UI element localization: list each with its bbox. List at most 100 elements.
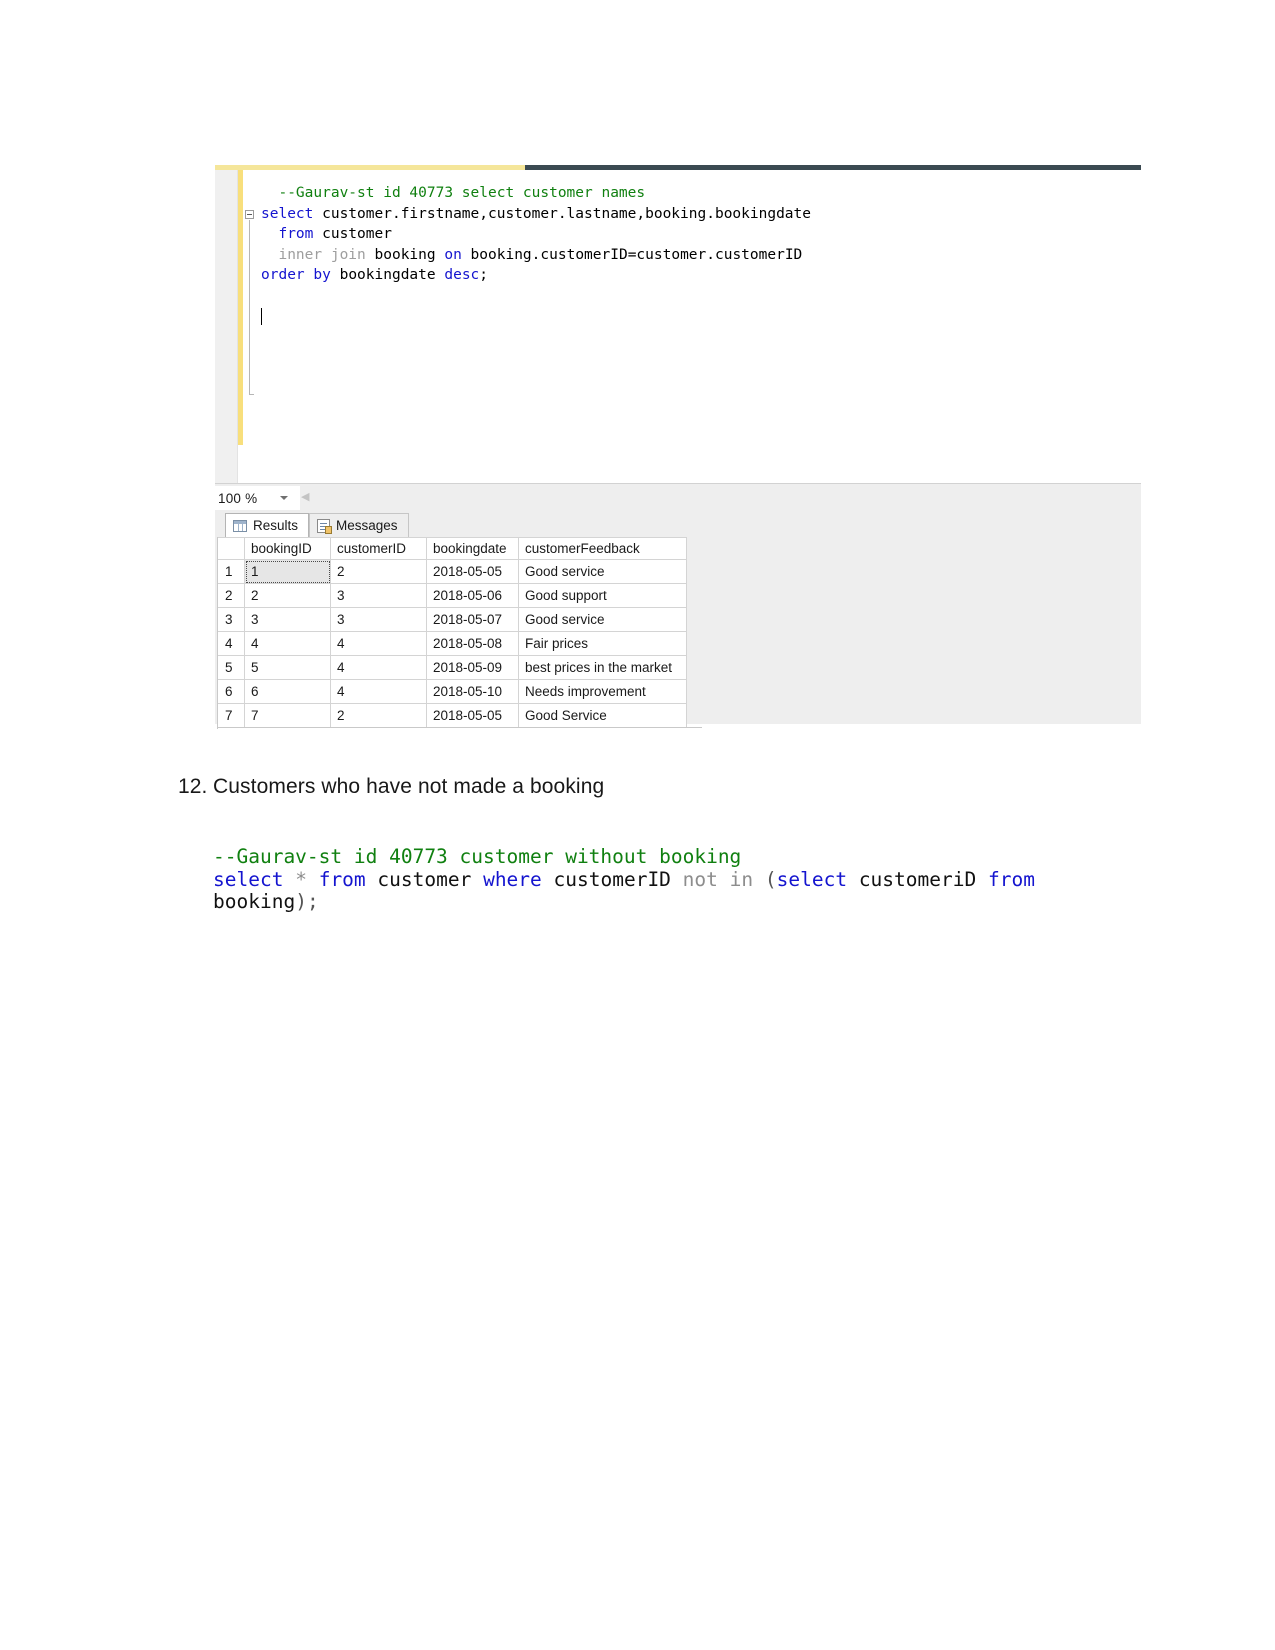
table-cell[interactable]: 4 (244, 631, 331, 656)
tab-results[interactable]: Results (225, 513, 310, 537)
messages-icon (317, 518, 333, 534)
column-header[interactable]: customerID (330, 537, 427, 560)
question-text: Customers who have not made a booking (213, 775, 605, 798)
table-cell[interactable]: 2018-05-06 (426, 583, 519, 608)
sql-token: from (318, 867, 366, 891)
sql-token: ; (306, 890, 319, 913)
sql-token: not in (682, 867, 754, 891)
code-line: select customer.firstname,customer.lastn… (261, 205, 811, 222)
sql-token: customeriD (847, 867, 988, 891)
sql-token: --Gaurav-st id 40773 customer without bo… (213, 845, 742, 868)
table-cell[interactable]: 7 (244, 703, 331, 728)
grid-corner-cell[interactable] (217, 537, 245, 560)
table-cell[interactable]: 4 (330, 679, 427, 704)
table-row[interactable]: 6 6 4 2018-05-10 Needs improvement (217, 679, 687, 704)
table-cell[interactable]: 2018-05-10 (426, 679, 519, 704)
sql-token: customer (365, 867, 484, 891)
editor-gutter (215, 170, 238, 483)
row-number-cell[interactable]: 4 (217, 631, 245, 656)
sql-token: * (295, 867, 307, 891)
editor-change-bar (238, 170, 243, 445)
code-line: --Gaurav-st id 40773 select customer nam… (278, 185, 646, 201)
sql-token: ) (295, 890, 307, 913)
results-grid[interactable]: bookingID customerID bookingdate customerFe… (217, 537, 687, 728)
zoom-level-label: 100 % (218, 490, 258, 506)
row-number-cell[interactable]: 5 (217, 655, 245, 680)
table-cell[interactable]: 3 (330, 583, 427, 608)
sql-token: customerID (541, 867, 683, 891)
results-grid-body[interactable]: 1 1 2 2018-05-05 Good service 2 2 3 2018-05-06 Go… (217, 559, 687, 728)
table-cell[interactable]: Good Service (518, 703, 687, 728)
table-cell[interactable]: Fair prices (518, 631, 687, 656)
table-cell[interactable]: 2 (330, 703, 427, 728)
fold-region-line (249, 220, 254, 395)
table-cell[interactable]: 3 (244, 607, 331, 632)
tab-results-label: Results (253, 518, 299, 533)
table-cell[interactable]: 2 (244, 583, 331, 608)
results-grid-head: bookingID customerID bookingdate customerFe… (217, 537, 687, 560)
table-cell[interactable]: 1 (244, 559, 331, 584)
table-cell[interactable]: Good support (518, 583, 687, 608)
table-cell[interactable]: 3 (330, 607, 427, 632)
column-header[interactable]: customerFeedback (518, 537, 687, 560)
grid-icon (233, 519, 247, 532)
table-cell[interactable]: best prices in the market (518, 655, 687, 680)
table-cell[interactable]: 2018-05-05 (426, 703, 519, 728)
table-cell[interactable]: 5 (244, 655, 331, 680)
table-cell[interactable]: Good service (518, 607, 687, 632)
row-number-cell[interactable]: 3 (217, 607, 245, 632)
editor-tab-accent (215, 165, 525, 170)
collapse-toggle-icon[interactable] (245, 210, 254, 219)
table-cell[interactable]: Needs improvement (518, 679, 687, 704)
sql-token: from (987, 867, 1035, 891)
chevron-down-icon[interactable] (280, 496, 288, 500)
row-number-cell[interactable]: 1 (217, 559, 245, 584)
sql-token: where (483, 867, 542, 891)
table-cell[interactable]: 2018-05-05 (426, 559, 519, 584)
table-row[interactable]: 4 4 4 2018-05-08 Fair prices (217, 631, 687, 656)
results-pane: Results Messages bookingID customerID book… (215, 511, 1141, 729)
sql-editor[interactable]: --Gaurav-st id 40773 select customer nam… (215, 165, 1141, 483)
table-cell[interactable]: 6 (244, 679, 331, 704)
document-sql-snippet: --Gaurav-st id 40773 customer without bo… (213, 845, 1053, 914)
table-cell[interactable]: 4 (330, 631, 427, 656)
chevron-left-icon[interactable]: ◀ (301, 490, 309, 503)
table-cell[interactable]: Good service (518, 559, 687, 584)
tab-messages-label: Messages (336, 518, 398, 533)
table-cell[interactable]: 2018-05-07 (426, 607, 519, 632)
tab-messages[interactable]: Messages (309, 513, 409, 537)
editor-status-strip: 100 % ◀ (215, 483, 1141, 511)
table-row[interactable]: 1 1 2 2018-05-05 Good service (217, 559, 687, 584)
table-cell[interactable]: 2018-05-09 (426, 655, 519, 680)
sql-token: ( (764, 867, 777, 891)
grid-left-border (217, 537, 218, 729)
row-number-cell[interactable]: 2 (217, 583, 245, 608)
editor-fold-column (245, 170, 261, 483)
row-number-cell[interactable]: 7 (217, 703, 245, 728)
sql-code-text[interactable]: --Gaurav-st id 40773 select customer nam… (261, 183, 1137, 286)
question-number: 12. (178, 775, 208, 798)
grid-header-row: bookingID customerID bookingdate customerFe… (217, 537, 687, 560)
sql-token: select (213, 867, 284, 891)
table-cell[interactable]: 2 (330, 559, 427, 584)
table-row[interactable]: 5 5 4 2018-05-09 best prices in the market (217, 655, 687, 680)
ssms-screenshot: --Gaurav-st id 40773 select customer nam… (215, 165, 1141, 729)
table-cell[interactable]: 4 (330, 655, 427, 680)
table-row[interactable]: 7 7 2 2018-05-05 Good Service (217, 703, 687, 728)
table-cell[interactable]: 2018-05-08 (426, 631, 519, 656)
sql-token: select (776, 867, 848, 891)
column-header[interactable]: bookingdate (426, 537, 519, 560)
question-heading: 12. Customers who have not made a bookin… (178, 775, 604, 799)
code-line: inner join booking on booking.customerID… (278, 246, 803, 263)
grid-bottom-border (217, 727, 702, 728)
zoom-dropdown[interactable]: 100 % (215, 486, 300, 510)
row-number-cell[interactable]: 6 (217, 679, 245, 704)
results-tabstrip: Results Messages (215, 511, 1141, 537)
table-row[interactable]: 2 2 3 2018-05-06 Good support (217, 583, 687, 608)
column-header[interactable]: bookingID (244, 537, 331, 560)
code-line: order by bookingdate desc; (261, 267, 489, 284)
table-row[interactable]: 3 3 3 2018-05-07 Good service (217, 607, 687, 632)
